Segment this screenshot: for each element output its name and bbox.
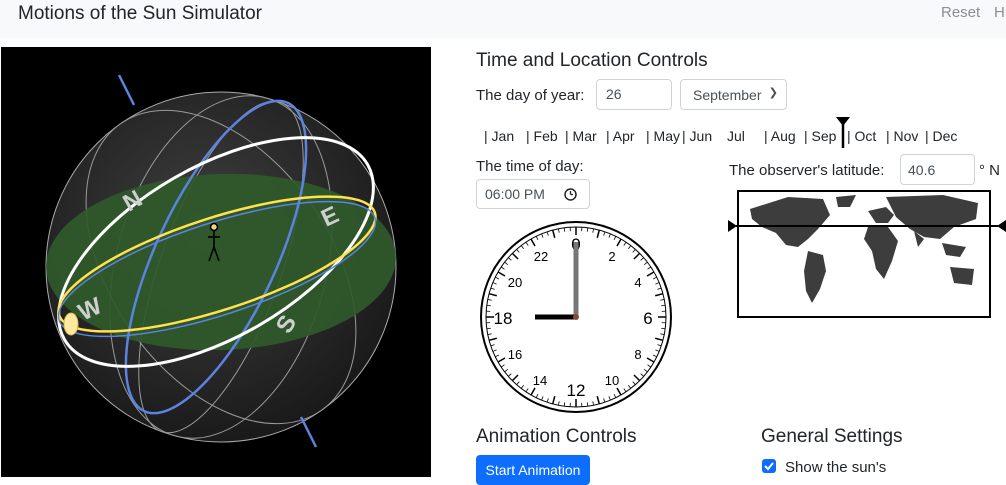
month-tick-feb[interactable]: | Feb xyxy=(526,128,558,144)
clock-number-16: 16 xyxy=(508,347,522,362)
sun-icon[interactable] xyxy=(64,313,78,335)
date-marker-slider[interactable] xyxy=(836,117,850,149)
reset-link[interactable]: Reset xyxy=(941,4,980,21)
latitude-label: The observer's latitude: xyxy=(729,162,884,179)
month-tick-may[interactable]: | May xyxy=(646,128,680,144)
app-title: Motions of the Sun Simulator xyxy=(18,3,262,25)
clock-tick xyxy=(587,228,588,232)
clock-number-22: 22 xyxy=(534,249,548,264)
month-tick-apr[interactable]: | Apr xyxy=(606,128,635,144)
start-animation-button[interactable]: Start Animation xyxy=(476,455,590,485)
clock-number-8: 8 xyxy=(634,347,641,362)
clock-number-14: 14 xyxy=(533,373,547,388)
month-tick-sep[interactable]: | Sep xyxy=(804,128,836,144)
month-tick-aug[interactable]: | Aug xyxy=(764,128,796,144)
latitude-handle-left[interactable] xyxy=(728,220,737,232)
clock-tick xyxy=(564,402,565,406)
celestial-sphere-view[interactable]: N E S W xyxy=(1,47,431,477)
month-tick-mar[interactable]: | Mar xyxy=(565,128,597,144)
clock-number-20: 20 xyxy=(508,275,522,290)
clock-tick xyxy=(564,228,565,232)
clock-tick xyxy=(487,328,491,329)
show-sun-label: Show the sun's xyxy=(785,459,886,476)
clock-tick xyxy=(587,402,588,406)
general-settings-title: General Settings xyxy=(761,426,903,448)
clock-number-12: 12 xyxy=(567,381,586,400)
world-map-latitude-picker[interactable] xyxy=(728,189,1006,319)
clock-number-2: 2 xyxy=(608,249,615,264)
animation-controls-title: Animation Controls xyxy=(476,426,637,448)
top-navbar: Motions of the Sun Simulator Reset H xyxy=(0,0,1006,38)
month-tick-jul: Jul xyxy=(727,128,745,144)
help-link[interactable]: H xyxy=(994,4,1005,21)
meridian-bottom xyxy=(301,417,316,447)
latitude-handle-right[interactable] xyxy=(997,220,1006,232)
clock-number-18: 18 xyxy=(494,309,513,328)
month-tick-dec[interactable]: | Dec xyxy=(925,128,957,144)
latitude-input[interactable]: 40.6 xyxy=(900,154,975,185)
time-location-title: Time and Location Controls xyxy=(476,50,708,72)
time-of-day-input[interactable]: 06:00 PM xyxy=(476,179,590,209)
celestial-sphere-canvas[interactable]: N E S W xyxy=(1,47,431,477)
time-of-day-value: 06:00 PM xyxy=(485,186,545,202)
clock-tick xyxy=(661,305,665,306)
clock-number-10: 10 xyxy=(605,373,619,388)
clock-icon[interactable] xyxy=(564,188,577,201)
clock-tick xyxy=(661,328,665,329)
chevron-down-icon: ❯ xyxy=(769,86,778,99)
month-tick-oct[interactable]: | Oct xyxy=(847,128,876,144)
month-select-value: September xyxy=(693,87,761,103)
clock-number-6: 6 xyxy=(643,309,652,328)
meridian-top xyxy=(119,75,134,105)
day-of-year-label: The day of year: xyxy=(476,87,584,104)
clock-number-4: 4 xyxy=(634,275,641,290)
checkmark-icon xyxy=(762,459,776,473)
analog-clock-24h[interactable]: 0 2 4 6 8 10 12 14 16 18 20 22 xyxy=(479,220,673,414)
latitude-unit: ° N xyxy=(979,162,1000,179)
month-tick-nov[interactable]: | Nov xyxy=(886,128,918,144)
show-sun-checkbox[interactable] xyxy=(762,459,776,473)
clock-tick xyxy=(487,305,491,306)
month-tick-jan[interactable]: | Jan xyxy=(484,128,514,144)
month-tick-jun[interactable]: | Jun xyxy=(682,128,712,144)
clock-center xyxy=(573,314,579,320)
month-select[interactable]: September ❯ xyxy=(680,79,787,110)
time-of-day-label: The time of day: xyxy=(476,158,584,175)
day-of-year-input[interactable]: 26 xyxy=(596,79,672,110)
